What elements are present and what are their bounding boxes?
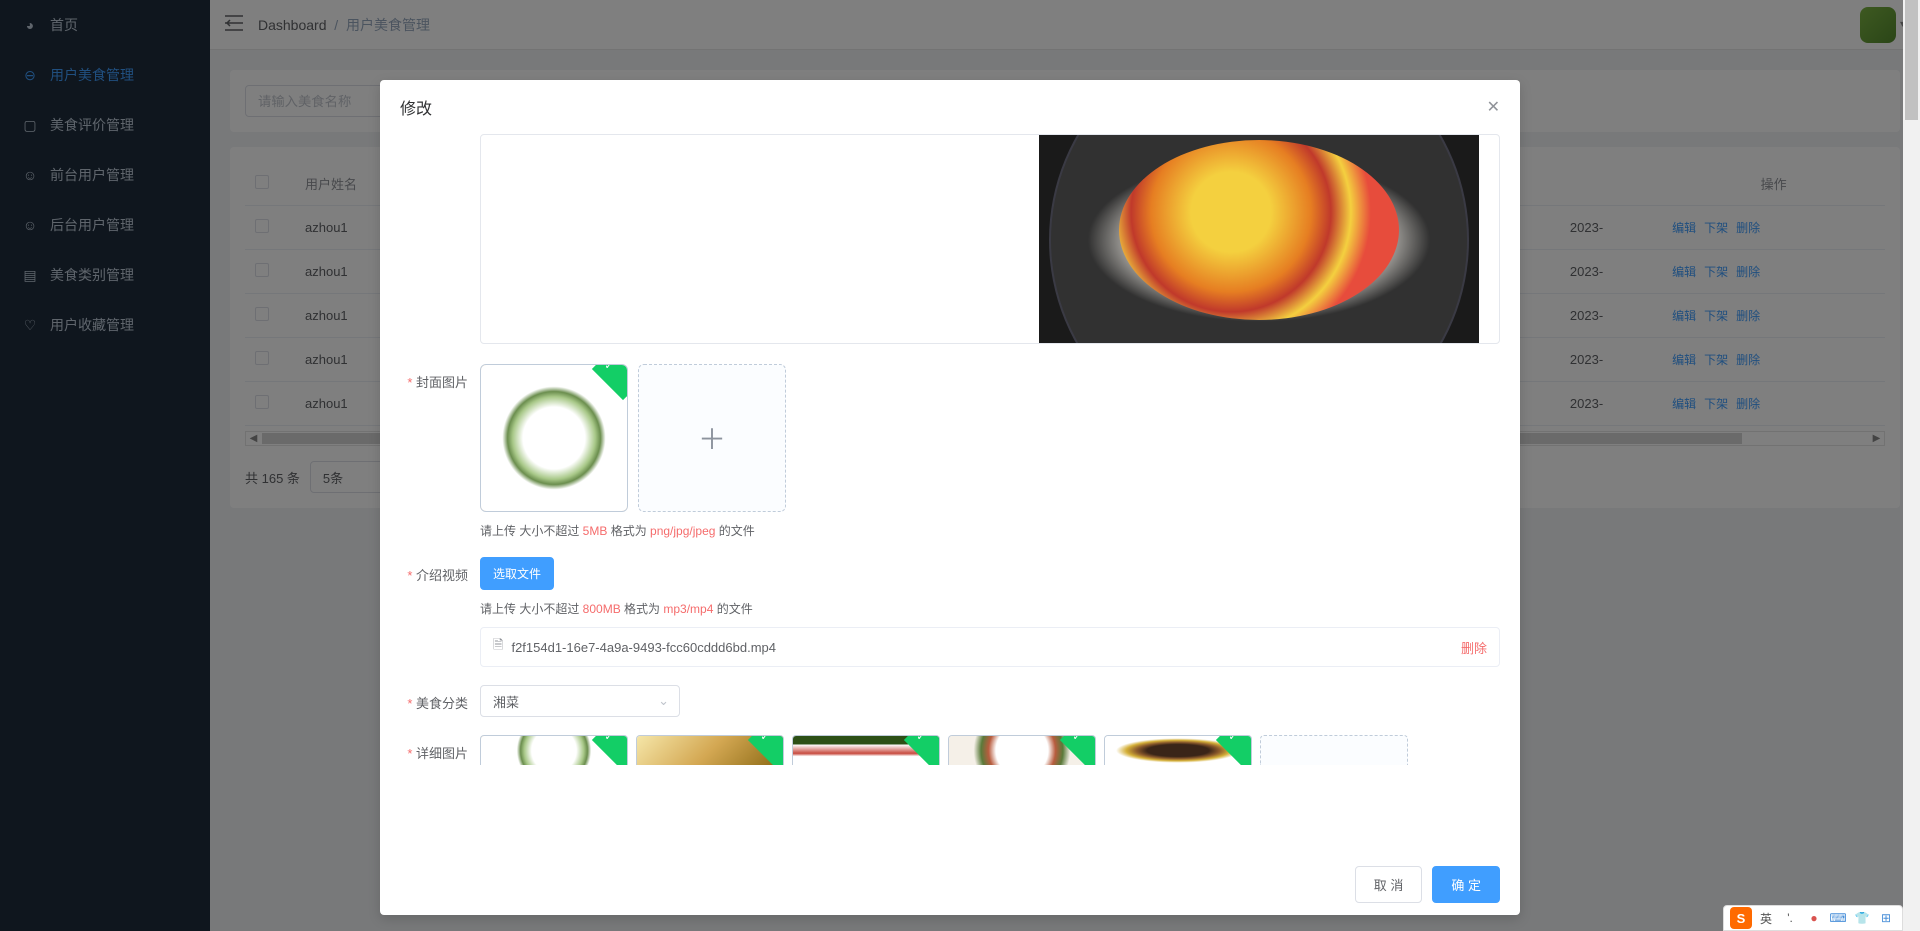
label-detail: 详细图片 xyxy=(400,735,480,762)
ime-toolbox-icon[interactable]: ⊞ xyxy=(1876,908,1896,928)
edit-modal: 修改 ✕ 封面图片 xyxy=(380,80,1520,915)
ime-lang[interactable]: 英 xyxy=(1756,908,1776,928)
cover-hint: 请上传 大小不超过 5MB 格式为 png/jpg/jpeg 的文件 xyxy=(480,522,1500,539)
uploaded-file: 🗎 f2f154d1-16e7-4a9a-9493-fcc60cddd6bd.m… xyxy=(480,627,1500,667)
detail-add-button[interactable] xyxy=(1260,735,1408,765)
video-hint: 请上传 大小不超过 800MB 格式为 mp3/mp4 的文件 xyxy=(480,600,1500,617)
category-select[interactable]: 湘菜 xyxy=(480,685,680,717)
file-delete-button[interactable]: 删除 xyxy=(1461,638,1487,657)
label-video: 介绍视频 xyxy=(400,557,480,584)
page-scrollbar[interactable]: ▲ xyxy=(1903,0,1920,931)
confirm-button[interactable]: 确 定 xyxy=(1432,866,1500,903)
ime-toolbar[interactable]: S 英 '. ● ⌨ 👕 ⊞ xyxy=(1723,905,1903,931)
rich-preview xyxy=(480,134,1500,344)
ime-skin-icon[interactable]: 👕 xyxy=(1852,908,1872,928)
ime-logo-icon: S xyxy=(1730,907,1752,929)
detail-thumb[interactable] xyxy=(636,735,784,765)
label-category: 美食分类 xyxy=(400,685,480,712)
cover-thumb[interactable] xyxy=(480,364,628,512)
cancel-button[interactable]: 取 消 xyxy=(1355,866,1423,903)
detail-thumb[interactable] xyxy=(948,735,1096,765)
ime-keyboard-icon[interactable]: ⌨ xyxy=(1828,908,1848,928)
ime-mic-icon[interactable]: ● xyxy=(1804,908,1824,928)
detail-thumb[interactable] xyxy=(480,735,628,765)
ime-punct-icon[interactable]: '. xyxy=(1780,908,1800,928)
detail-thumb[interactable] xyxy=(792,735,940,765)
document-icon: 🗎 xyxy=(493,636,503,658)
close-icon[interactable]: ✕ xyxy=(1487,97,1500,117)
select-file-button[interactable]: 选取文件 xyxy=(480,557,554,590)
upload-add-button[interactable]: ＋ xyxy=(638,364,786,512)
modal-title: 修改 xyxy=(400,95,432,119)
label-cover: 封面图片 xyxy=(400,364,480,391)
preview-image xyxy=(1039,135,1479,344)
detail-thumb[interactable] xyxy=(1104,735,1252,765)
file-name: f2f154d1-16e7-4a9a-9493-fcc60cddd6bd.mp4 xyxy=(511,640,1461,655)
